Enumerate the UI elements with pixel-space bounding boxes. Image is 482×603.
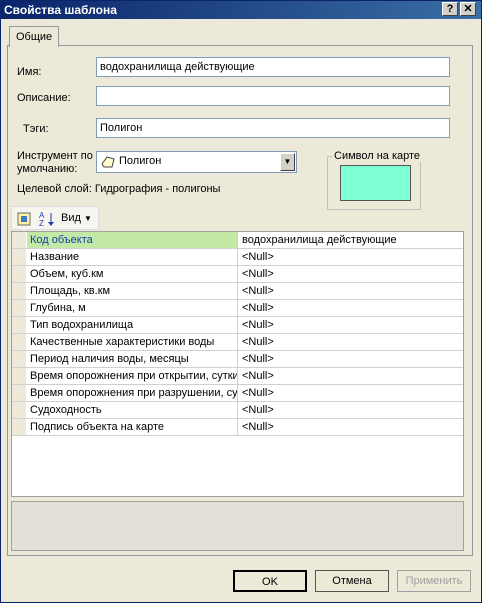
help-button[interactable]: ? <box>442 2 458 16</box>
attribute-name: Тип водохранилища <box>27 317 238 333</box>
default-tool-select[interactable]: Полигон ▼ <box>96 151 297 173</box>
attribute-name: Код объекта <box>27 232 238 248</box>
tab-general[interactable]: Общие <box>9 26 60 47</box>
polygon-tool-icon <box>101 156 115 168</box>
row-margin <box>12 402 26 418</box>
attribute-name: Площадь, кв.км <box>27 283 238 299</box>
row-margin <box>12 351 26 367</box>
attribute-value[interactable]: <Null> <box>239 300 463 316</box>
attribute-row[interactable]: Глубина, м <Null> <box>12 300 463 317</box>
attribute-value[interactable]: <Null> <box>239 334 463 350</box>
attribute-name: Глубина, м <box>27 300 238 316</box>
row-margin <box>12 232 26 248</box>
attribute-value[interactable]: <Null> <box>239 419 463 435</box>
attribute-row[interactable]: Название <Null> <box>12 249 463 266</box>
view-menu-button[interactable]: Вид ▼ <box>61 212 92 224</box>
categorized-view-icon[interactable] <box>16 211 32 227</box>
attribute-row[interactable]: Площадь, кв.км <Null> <box>12 283 463 300</box>
attribute-name: Период наличия воды, месяцы <box>27 351 238 367</box>
attribute-value[interactable]: <Null> <box>239 249 463 265</box>
dropdown-arrow-icon: ▼ <box>83 214 92 223</box>
ok-label: OK <box>262 576 278 588</box>
row-margin <box>12 283 26 299</box>
ok-button[interactable]: OK <box>233 570 307 592</box>
tab-label: Общие <box>16 31 53 43</box>
attribute-name: Судоходность <box>27 402 238 418</box>
row-margin <box>12 300 26 316</box>
attribute-row[interactable]: Подпись объекта на карте <Null> <box>12 419 463 436</box>
attribute-name: Объем, куб.км <box>27 266 238 282</box>
name-label: Имя: <box>17 66 42 78</box>
tags-label: Тэги: <box>23 123 49 135</box>
row-margin <box>12 266 26 282</box>
attribute-description-panel <box>11 501 464 551</box>
close-button[interactable]: ✕ <box>460 2 476 16</box>
description-field[interactable] <box>96 86 450 106</box>
view-menu-label: Вид <box>61 212 81 224</box>
default-tool-label-line1: Инструмент по <box>17 150 93 162</box>
attribute-name: Время опорожнения при открытии, сутки <box>27 368 238 384</box>
sort-alphabetical-icon[interactable]: A Z <box>38 210 56 228</box>
attribute-row[interactable]: Код объекта водохранилища действующие <box>12 232 463 249</box>
attribute-value[interactable]: <Null> <box>239 402 463 418</box>
attribute-value[interactable]: <Null> <box>239 317 463 333</box>
grid-toolbar: A Z Вид ▼ <box>11 206 99 230</box>
attribute-value[interactable]: <Null> <box>239 368 463 384</box>
attribute-row[interactable]: Качественные характеристики воды <Null> <box>12 334 463 351</box>
attribute-row[interactable]: Тип водохранилища <Null> <box>12 317 463 334</box>
attribute-row[interactable]: Объем, куб.км <Null> <box>12 266 463 283</box>
attribute-name: Время опорожнения при разрушении, сутки <box>27 385 238 401</box>
row-margin <box>12 249 26 265</box>
attribute-value[interactable]: <Null> <box>239 385 463 401</box>
attribute-value[interactable]: <Null> <box>239 283 463 299</box>
attribute-value[interactable]: водохранилища действующие <box>239 232 463 248</box>
attribute-value[interactable]: <Null> <box>239 266 463 282</box>
dialog-window: Свойства шаблона ? ✕ Общие Имя: водохран… <box>0 0 482 603</box>
row-margin <box>12 385 26 401</box>
attribute-name: Качественные характеристики воды <box>27 334 238 350</box>
description-label: Описание: <box>17 92 71 104</box>
name-field[interactable]: водохранилища действующие <box>96 57 450 77</box>
title-bar: Свойства шаблона ? ✕ <box>1 1 481 19</box>
row-margin <box>12 368 26 384</box>
tags-field[interactable]: Полигон <box>96 118 450 138</box>
map-symbol-title: Символ на карте <box>332 150 423 162</box>
row-margin <box>12 419 26 435</box>
cancel-button[interactable]: Отмена <box>315 570 389 592</box>
cancel-label: Отмена <box>332 575 372 587</box>
svg-text:Z: Z <box>39 219 44 228</box>
row-margin <box>12 334 26 350</box>
attribute-name: Название <box>27 249 238 265</box>
default-tool-value: Полигон <box>119 155 162 167</box>
attribute-name: Подпись объекта на карте <box>27 419 238 435</box>
attribute-grid: Код объекта водохранилища действующие Назв… <box>11 231 464 497</box>
apply-label: Применить <box>405 575 463 587</box>
tags-value: Полигон <box>100 122 143 134</box>
attribute-value[interactable]: <Null> <box>239 351 463 367</box>
attribute-row[interactable]: Время опорожнения при открытии, сутки <Nu… <box>12 368 463 385</box>
map-symbol-swatch[interactable] <box>340 165 411 201</box>
attribute-row[interactable]: Время опорожнения при разрушении, сутки <… <box>12 385 463 402</box>
name-value: водохранилища действующие <box>100 61 255 73</box>
attribute-row[interactable]: Судоходность <Null> <box>12 402 463 419</box>
chevron-down-icon[interactable]: ▼ <box>280 153 295 171</box>
row-margin <box>12 317 26 333</box>
target-layer-label: Целевой слой: Гидрография - полигоны <box>17 183 221 195</box>
default-tool-label-line2: умолчанию: <box>17 163 78 175</box>
attribute-row[interactable]: Период наличия воды, месяцы <Null> <box>12 351 463 368</box>
window-title: Свойства шаблона <box>4 3 117 17</box>
apply-button[interactable]: Применить <box>397 570 471 592</box>
